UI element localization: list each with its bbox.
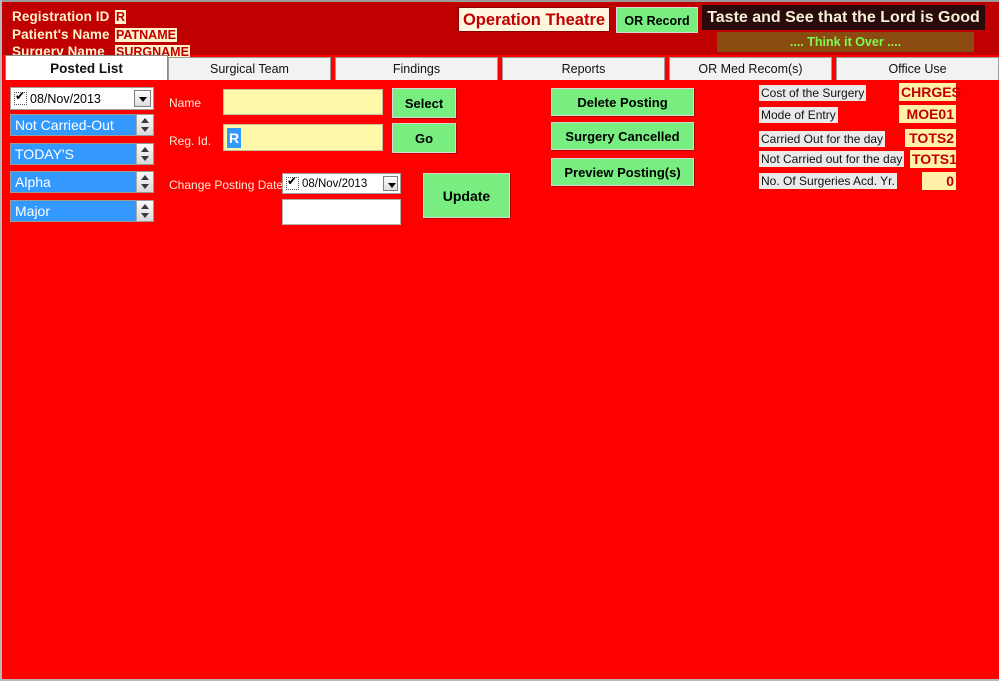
tab-bar: Posted List Surgical Team Findings Repor… <box>2 55 999 81</box>
spinner-icon[interactable] <box>136 115 153 135</box>
go-button[interactable]: Go <box>392 123 456 153</box>
select-button[interactable]: Select <box>392 88 456 118</box>
change-posting-date-picker[interactable]: 08/Nov/2013 <box>282 173 401 194</box>
operation-theatre-window: Registration ID R Patient's Name PATNAME… <box>0 0 999 681</box>
carried-out-for-the-day-label: Carried Out for the day <box>759 131 886 147</box>
delete-posting-button[interactable]: Delete Posting <box>551 88 694 116</box>
selector-surgery-type[interactable]: Major <box>10 200 154 222</box>
tab-office-use[interactable]: Office Use <box>836 57 999 80</box>
tab-reports[interactable]: Reports <box>502 57 665 80</box>
selector-value: Alpha <box>11 172 136 192</box>
surgeries-academic-year-label: No. Of Surgeries Acd. Yr. <box>759 173 897 189</box>
posting-note-input[interactable] <box>282 199 401 225</box>
carried-out-for-the-day-value: TOTS2 <box>905 129 956 147</box>
mode-of-entry-label: Mode of Entry <box>759 107 838 123</box>
change-posting-date-checkbox[interactable] <box>286 175 299 190</box>
name-input[interactable] <box>223 89 383 115</box>
selector-carried-out-status[interactable]: Not Carried-Out <box>10 114 154 136</box>
chevron-down-icon[interactable] <box>134 90 151 107</box>
selector-sort-order[interactable]: Alpha <box>10 171 154 193</box>
name-label: Name <box>169 96 202 110</box>
reg-id-label: Reg. Id. <box>169 134 212 148</box>
surgeries-academic-year-value: 0 <box>922 172 956 190</box>
not-carried-out-for-the-day-label: Not Carried out for the day <box>759 151 905 167</box>
date-filter-value: 08/Nov/2013 <box>30 91 101 106</box>
change-posting-date-value: 08/Nov/2013 <box>302 177 368 190</box>
chevron-down-icon[interactable] <box>383 176 398 191</box>
cost-of-surgery-label: Cost of the Surgery <box>759 85 867 101</box>
scripture-banner: Taste and See that the Lord is Good <box>702 5 985 30</box>
tab-surgical-team[interactable]: Surgical Team <box>168 57 331 80</box>
selector-date-range[interactable]: TODAY'S <box>10 143 154 165</box>
surgery-cancelled-button[interactable]: Surgery Cancelled <box>551 122 694 150</box>
not-carried-out-for-the-day-value: TOTS1 <box>910 150 957 168</box>
or-record-button[interactable]: OR Record <box>616 7 698 33</box>
date-filter-picker[interactable]: 08/Nov/2013 <box>10 87 154 110</box>
tab-underline <box>2 80 999 83</box>
date-filter-checkbox[interactable] <box>14 90 27 105</box>
preview-postings-button[interactable]: Preview Posting(s) <box>551 158 694 186</box>
patient-name-value: PATNAME <box>115 28 177 42</box>
registration-id-label: Registration ID <box>12 9 110 24</box>
mode-of-entry-value: MOE01 <box>899 105 956 123</box>
selector-value: Major <box>11 201 136 221</box>
spinner-icon[interactable] <box>136 172 153 192</box>
selector-value: Not Carried-Out <box>11 115 136 135</box>
registration-id-value: R <box>115 10 127 24</box>
update-button[interactable]: Update <box>423 173 510 218</box>
patient-name-label: Patient's Name <box>12 27 110 42</box>
app-header: Registration ID R Patient's Name PATNAME… <box>2 0 999 59</box>
change-posting-date-label: Change Posting Date <box>169 178 284 192</box>
selector-value: TODAY'S <box>11 144 136 164</box>
cost-of-surgery-value: CHRGES <box>899 83 961 101</box>
spinner-icon[interactable] <box>136 201 153 221</box>
think-it-over-banner: .... Think it Over .... <box>717 32 974 52</box>
tab-posted-list[interactable]: Posted List <box>5 55 168 81</box>
tab-findings[interactable]: Findings <box>335 57 498 80</box>
reg-id-input[interactable]: R <box>223 124 383 151</box>
spinner-icon[interactable] <box>136 144 153 164</box>
reg-id-input-value: R <box>227 127 242 148</box>
app-title: Operation Theatre <box>458 7 610 32</box>
tab-or-med-recoms[interactable]: OR Med Recom(s) <box>669 57 832 80</box>
